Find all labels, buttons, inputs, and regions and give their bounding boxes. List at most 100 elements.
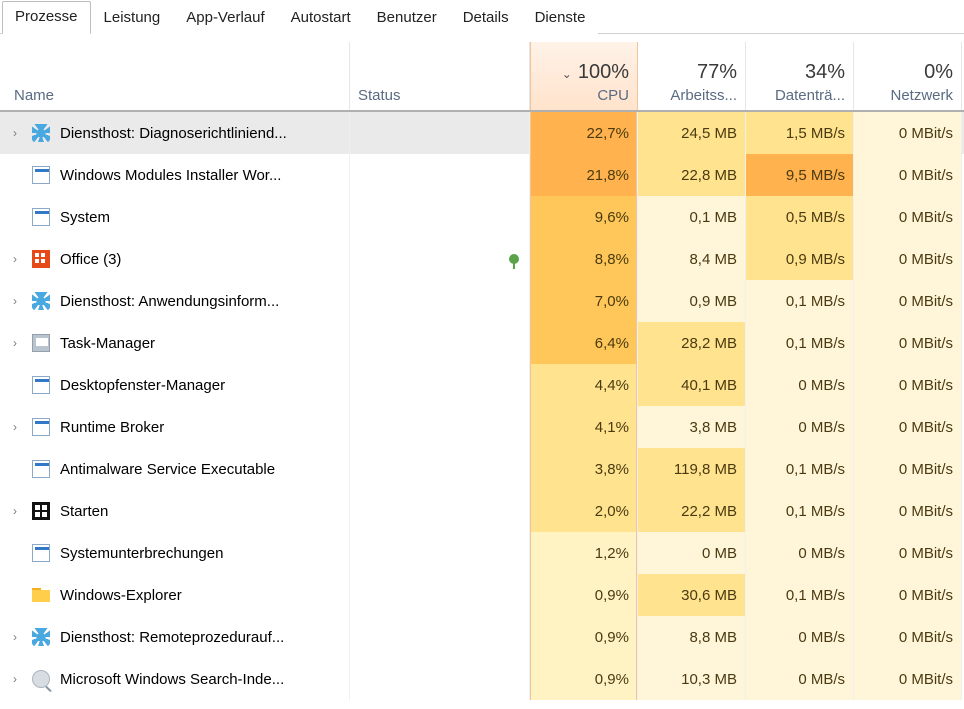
process-row[interactable]: ›Systemunterbrechungen1,2%0 MB0 MB/s0 MB… bbox=[0, 532, 964, 574]
mem-cell: 0 MB bbox=[638, 532, 746, 574]
app-icon bbox=[32, 166, 50, 184]
process-row[interactable]: ›Task-Manager6,4%28,2 MB0,1 MB/s0 MBit/s bbox=[0, 322, 964, 364]
status-cell bbox=[350, 574, 530, 616]
name-cell[interactable]: › Starten bbox=[0, 490, 350, 532]
explorer-icon bbox=[32, 586, 50, 604]
process-row[interactable]: ›Diensthost: Remoteprozedurauf...0,9%8,8… bbox=[0, 616, 964, 658]
col-header-cpu[interactable]: ⌄100% CPU bbox=[530, 42, 638, 110]
expand-icon[interactable]: › bbox=[4, 294, 26, 308]
process-name: Task-Manager bbox=[60, 335, 155, 352]
tab-prozesse[interactable]: Prozesse bbox=[2, 1, 91, 34]
expand-icon[interactable]: › bbox=[4, 126, 26, 140]
process-row[interactable]: ›Desktopfenster-Manager4,4%40,1 MB0 MB/s… bbox=[0, 364, 964, 406]
mem-cell: 3,8 MB bbox=[638, 406, 746, 448]
status-cell bbox=[350, 196, 530, 238]
sort-indicator-icon: ⌄ bbox=[562, 67, 572, 81]
process-row[interactable]: › Diensthost: Diagnoserichtliniend... 22,7… bbox=[0, 112, 964, 154]
tab-details[interactable]: Details bbox=[450, 2, 522, 34]
cpu-cell: 0,9% bbox=[530, 616, 638, 658]
process-name: Diensthost: Remoteprozedurauf... bbox=[60, 629, 284, 646]
tab-bar: ProzesseLeistungApp-VerlaufAutostartBenu… bbox=[0, 0, 964, 34]
process-name: Microsoft Windows Search-Inde... bbox=[60, 671, 284, 688]
name-cell[interactable]: › Diensthost: Remoteprozedurauf... bbox=[0, 616, 350, 658]
status-cell bbox=[350, 490, 530, 532]
net-cell: 0 MBit/s bbox=[854, 322, 962, 364]
status-cell bbox=[350, 112, 530, 154]
taskmgr-icon bbox=[32, 334, 50, 352]
net-cell: 0 MBit/s bbox=[854, 196, 962, 238]
process-name: Windows Modules Installer Wor... bbox=[60, 167, 281, 184]
status-cell bbox=[350, 406, 530, 448]
col-header-status-label: Status bbox=[358, 87, 401, 104]
tab-benutzer[interactable]: Benutzer bbox=[364, 2, 450, 34]
process-row[interactable]: ›Starten2,0%22,2 MB0,1 MB/s0 MBit/s bbox=[0, 490, 964, 532]
mem-cell: 22,2 MB bbox=[638, 490, 746, 532]
name-cell[interactable]: › Runtime Broker bbox=[0, 406, 350, 448]
disk-cell: 0 MB/s bbox=[746, 658, 854, 700]
gear-icon bbox=[32, 124, 50, 142]
expand-icon[interactable]: › bbox=[4, 252, 26, 266]
net-cell: 0 MBit/s bbox=[854, 532, 962, 574]
cpu-cell: 22,7% bbox=[530, 112, 638, 154]
expand-icon[interactable]: › bbox=[4, 672, 26, 686]
process-name: System bbox=[60, 209, 110, 226]
app-icon bbox=[32, 418, 50, 436]
net-cell: 0 MBit/s bbox=[854, 574, 962, 616]
tab-dienste[interactable]: Dienste bbox=[522, 2, 599, 34]
col-header-disk[interactable]: 34% Datenträ... bbox=[746, 42, 854, 110]
process-name: Diensthost: Diagnoserichtliniend... bbox=[60, 125, 287, 142]
name-cell[interactable]: ›Office (3) bbox=[0, 238, 350, 280]
process-name: Desktopfenster-Manager bbox=[60, 377, 225, 394]
net-percent: 0% bbox=[924, 61, 953, 83]
cpu-cell: 0,9% bbox=[530, 574, 638, 616]
name-cell[interactable]: ›Antimalware Service Executable bbox=[0, 448, 350, 490]
process-name: Starten bbox=[60, 503, 108, 520]
app-icon bbox=[32, 460, 50, 478]
name-cell[interactable]: ›Windows Modules Installer Wor... bbox=[0, 154, 350, 196]
name-cell[interactable]: › Task-Manager bbox=[0, 322, 350, 364]
status-cell bbox=[350, 364, 530, 406]
process-row[interactable]: ›System 9,6%0,1 MB0,5 MB/s0 MBit/s bbox=[0, 196, 964, 238]
mem-cell: 0,1 MB bbox=[638, 196, 746, 238]
name-cell[interactable]: › Microsoft Windows Search-Inde... bbox=[0, 658, 350, 700]
process-name: Diensthost: Anwendungsinform... bbox=[60, 293, 279, 310]
expand-icon[interactable]: › bbox=[4, 630, 26, 644]
cpu-cell: 1,2% bbox=[530, 532, 638, 574]
cpu-cell: 6,4% bbox=[530, 322, 638, 364]
expand-icon[interactable]: › bbox=[4, 504, 26, 518]
tab-app-verlauf[interactable]: App-Verlauf bbox=[173, 2, 277, 34]
status-cell bbox=[350, 448, 530, 490]
tab-leistung[interactable]: Leistung bbox=[91, 2, 174, 34]
process-row[interactable]: ›Windows Modules Installer Wor...21,8%22… bbox=[0, 154, 964, 196]
cpu-cell: 4,1% bbox=[530, 406, 638, 448]
process-row[interactable]: ›Windows-Explorer0,9%30,6 MB0,1 MB/s0 MB… bbox=[0, 574, 964, 616]
process-list: › Diensthost: Diagnoserichtliniend... 22,7… bbox=[0, 112, 964, 700]
name-cell[interactable]: › Diensthost: Diagnoserichtliniend... bbox=[0, 112, 350, 154]
process-row[interactable]: ›Runtime Broker4,1%3,8 MB0 MB/s0 MBit/s bbox=[0, 406, 964, 448]
disk-percent: 34% bbox=[805, 61, 845, 83]
cpu-cell: 9,6% bbox=[530, 196, 638, 238]
app-icon bbox=[32, 376, 50, 394]
disk-cell: 0,5 MB/s bbox=[746, 196, 854, 238]
expand-icon[interactable]: › bbox=[4, 336, 26, 350]
process-row[interactable]: ›Antimalware Service Executable3,8%119,8… bbox=[0, 448, 964, 490]
name-cell[interactable]: ›Systemunterbrechungen bbox=[0, 532, 350, 574]
col-header-mem[interactable]: 77% Arbeitss... bbox=[638, 42, 746, 110]
leaf-icon bbox=[509, 254, 519, 264]
name-cell[interactable]: › Diensthost: Anwendungsinform... bbox=[0, 280, 350, 322]
process-row[interactable]: ›Diensthost: Anwendungsinform...7,0%0,9 … bbox=[0, 280, 964, 322]
start-icon bbox=[32, 502, 50, 520]
col-header-net[interactable]: 0% Netzwerk bbox=[854, 42, 962, 110]
cpu-cell: 3,8% bbox=[530, 448, 638, 490]
cpu-cell: 8,8% bbox=[530, 238, 638, 280]
col-header-status[interactable]: Status bbox=[350, 42, 530, 110]
tab-autostart[interactable]: Autostart bbox=[278, 2, 364, 34]
process-row[interactable]: ›Office (3)8,8%8,4 MB0,9 MB/s0 MBit/s bbox=[0, 238, 964, 280]
name-cell[interactable]: ›Desktopfenster-Manager bbox=[0, 364, 350, 406]
process-name: Runtime Broker bbox=[60, 419, 164, 436]
col-header-name[interactable]: Name bbox=[0, 42, 350, 110]
process-row[interactable]: ›Microsoft Windows Search-Inde...0,9%10,… bbox=[0, 658, 964, 700]
expand-icon[interactable]: › bbox=[4, 420, 26, 434]
name-cell[interactable]: ›Windows-Explorer bbox=[0, 574, 350, 616]
name-cell[interactable]: ›System bbox=[0, 196, 350, 238]
